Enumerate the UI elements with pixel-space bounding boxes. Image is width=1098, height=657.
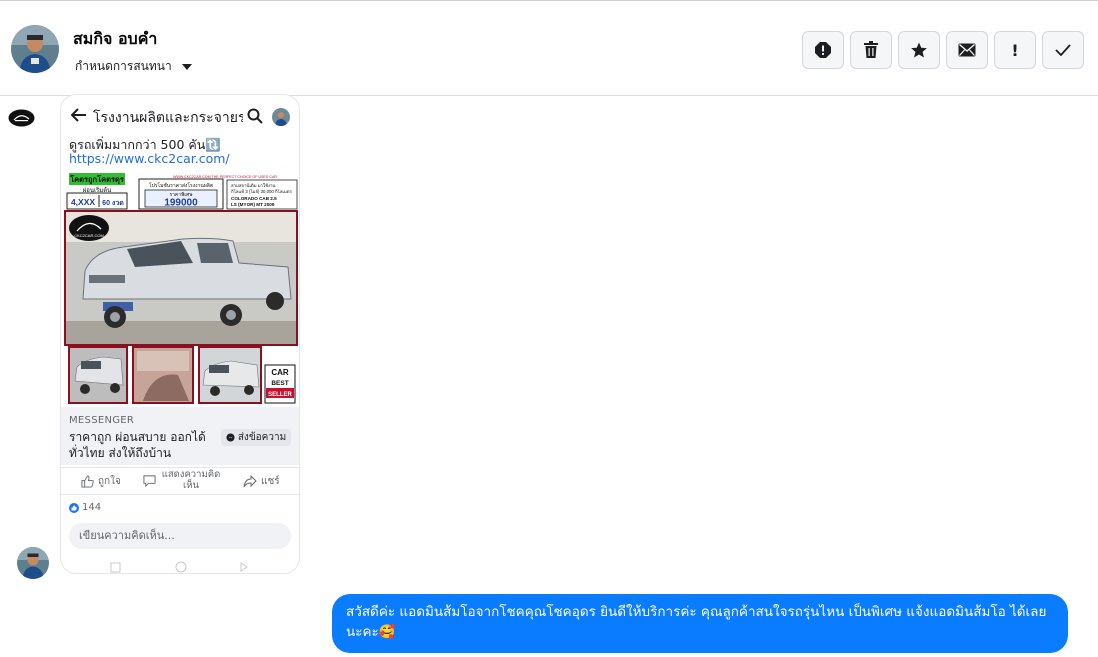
star-button[interactable]: [898, 31, 940, 69]
like-action: ถูกใจ: [81, 474, 121, 489]
caret-down-icon: [181, 63, 192, 70]
search-icon: [247, 108, 263, 124]
thumbs-up-icon: [81, 475, 94, 488]
fb-page-title: โรงงานผลิตและกระจายร...: [93, 110, 243, 126]
ad-spec2: กิโลแท้ 3 (ไมล์) 30,000 กิโลเมตร: [231, 188, 293, 194]
comment-label: แสดงความคิดเห็น: [161, 469, 221, 491]
conversation-header: สมกิจ อบคำ กำหนดการสนทนา !: [0, 0, 1098, 96]
report-icon: [815, 42, 831, 58]
label-dropdown[interactable]: กำหนดการสนทนา: [75, 57, 192, 76]
comment-icon: [143, 474, 156, 487]
ad-model2: LS (MYOR) MT 2009: [231, 202, 275, 207]
ad-spec1: สามสถานีเดิม มาใช้งาน: [231, 183, 275, 188]
star-icon: [911, 42, 927, 58]
share-label: แชร์: [261, 476, 280, 487]
follow-up-button[interactable]: !: [994, 31, 1036, 69]
ad-months: 60 งวด: [102, 200, 124, 207]
check-icon: [1055, 44, 1071, 56]
ad-badge-best: BEST: [271, 380, 288, 387]
back-arrow-icon: [71, 108, 86, 122]
outgoing-message-bubble[interactable]: สวัสดีค่ะ แอดมินส้มโอจากโชคคุณโชคอุดร ยิ…: [332, 594, 1068, 653]
ad-badge-car: CAR: [271, 368, 289, 377]
label-dropdown-text: กำหนดการสนทนา: [75, 59, 172, 73]
report-button[interactable]: [802, 31, 844, 69]
action-toolbar: !: [802, 31, 1084, 69]
post-link: https://www.ckc2car.com/: [69, 151, 230, 166]
like-badge-icon: [69, 502, 79, 513]
ad-banner-left-text: โคตรถูกโคตรดุร: [69, 174, 125, 185]
ad-headline: ราคาถูก ผ่อนสบาย ออกได้ทั่วไทย ส่งให้ถึง…: [69, 430, 206, 460]
ad-source-label: MESSENGER: [69, 415, 135, 426]
comment-input: เขียนความคิดเห็น...: [69, 523, 291, 549]
contact-message-avatar: [17, 547, 49, 579]
like-count: 144: [69, 502, 101, 513]
reaction-row: ถูกใจ แสดงความคิดเห็น แชร์: [61, 467, 299, 495]
shared-image-attachment[interactable]: โรงงานผลิตและกระจายร... ดูรถเพิ่มมากกว่า…: [60, 94, 300, 574]
like-label: ถูกใจ: [98, 476, 121, 487]
ad-model: COLORADO CAB 2.5: [231, 196, 277, 201]
contact-avatar[interactable]: [11, 25, 59, 73]
ad-price: 199000: [164, 198, 198, 209]
ad-badge-seller: SELLER: [268, 392, 292, 398]
contact-name[interactable]: สมกิจ อบคำ: [73, 27, 157, 52]
ad-site: WWW.CKC2CAR.COM THE PERFECT CHOICE OF US…: [173, 175, 277, 179]
page-logo-avatar: [8, 109, 35, 127]
ad-logo-text: CKC2CAR.COM: [74, 233, 104, 238]
send-message-label: ส่งข้อความ: [237, 432, 287, 443]
mark-done-button[interactable]: [1042, 31, 1084, 69]
like-count-value: 144: [82, 502, 102, 513]
android-navbar: [61, 557, 299, 573]
follow-up-icon: !: [1011, 40, 1019, 60]
ad-installment: 4,XXX: [71, 197, 95, 207]
send-message-button: ส่งข้อความ: [221, 429, 291, 446]
share-action: แชร์: [243, 474, 280, 489]
ad-price-title: โปรโมชั่นราคาส่งโรงงานผลิต: [149, 182, 213, 189]
fb-topbar: โรงงานผลิตและกระจายร...: [61, 95, 299, 139]
comment-action: แสดงความคิดเห็น: [143, 469, 222, 491]
messenger-icon: [226, 433, 235, 442]
trash-icon: [864, 41, 878, 58]
share-icon: [243, 475, 257, 488]
envelope-icon: [958, 43, 976, 57]
mark-unread-button[interactable]: [946, 31, 988, 69]
mini-profile-avatar: [272, 108, 290, 126]
delete-button[interactable]: [850, 31, 892, 69]
ad-image: โคตรถูกโคตรดุร ผ่อนเริ่มต้น 4,XXX 60 งวด…: [63, 171, 299, 407]
